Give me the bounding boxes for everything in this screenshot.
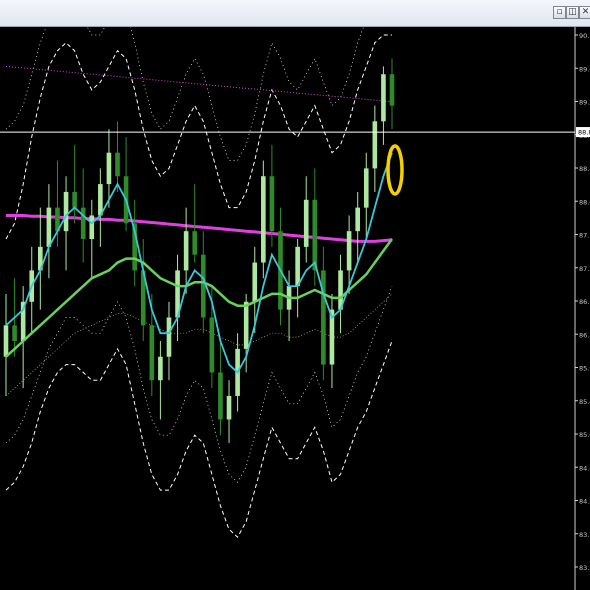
candle-body <box>3 325 9 357</box>
candle-body <box>261 176 266 263</box>
candle-body <box>149 325 155 381</box>
candle-body <box>363 168 369 208</box>
candle-body <box>158 356 163 381</box>
candle-body <box>312 199 318 271</box>
candle-body <box>80 207 86 240</box>
candle-body <box>192 231 198 255</box>
price-chart[interactable]: 90.10 89.690 89.270 88.863 88.420 88.000 87.59… <box>0 27 590 590</box>
close-button[interactable]: ✕ <box>579 6 590 19</box>
candle-body <box>269 176 275 232</box>
candle-body <box>295 246 300 287</box>
y-tick-label: 84.630 <box>579 464 590 472</box>
candle-body <box>226 395 232 420</box>
candle-body <box>115 152 120 177</box>
candle-body <box>209 317 215 373</box>
candle-body <box>252 262 258 302</box>
y-tick-label: 87.160 <box>579 265 590 273</box>
candle-body <box>46 207 52 247</box>
minimize-button[interactable]: ▫ <box>553 6 566 19</box>
candle-body <box>63 191 69 232</box>
candle-body <box>381 74 386 122</box>
candle-body <box>200 254 206 318</box>
candle-body <box>321 270 326 365</box>
y-tick-label: 85.900 <box>579 365 590 373</box>
y-tick-label: 89.690 <box>579 65 590 73</box>
candle-body <box>346 231 352 271</box>
candle-body <box>218 372 223 420</box>
window-titlebar: ▫ ◫ ✕ <box>0 0 590 27</box>
y-tick-label: 88.420 <box>579 165 590 173</box>
y-tick-label: 84.210 <box>579 498 590 506</box>
candle-body <box>389 74 395 106</box>
y-tick-label: 89.270 <box>579 99 590 107</box>
candle-body <box>106 152 112 185</box>
candle-body <box>72 191 77 208</box>
y-tick-label: 83.790 <box>579 531 590 539</box>
candle-body <box>243 301 249 349</box>
current-price-label: 88.863 <box>578 129 590 137</box>
y-tick-label: 90.10 <box>579 32 590 40</box>
candle-body <box>355 207 360 232</box>
y-tick-label: 86.740 <box>579 298 590 306</box>
y-tick-label: 85.470 <box>579 398 590 406</box>
candle-body <box>89 215 95 240</box>
candle-body <box>166 317 172 357</box>
restore-button[interactable]: ◫ <box>566 6 579 19</box>
y-tick-label: 88.000 <box>579 198 590 206</box>
candle-body <box>183 231 189 271</box>
candle-body <box>12 325 17 342</box>
candle-body <box>303 199 309 247</box>
y-tick-label: 86.320 <box>579 331 590 339</box>
y-tick-label: 85.050 <box>579 431 590 439</box>
y-tick-label: 87.590 <box>579 232 590 240</box>
candle-body <box>372 121 378 169</box>
y-tick-label: 83.320 <box>579 564 590 572</box>
